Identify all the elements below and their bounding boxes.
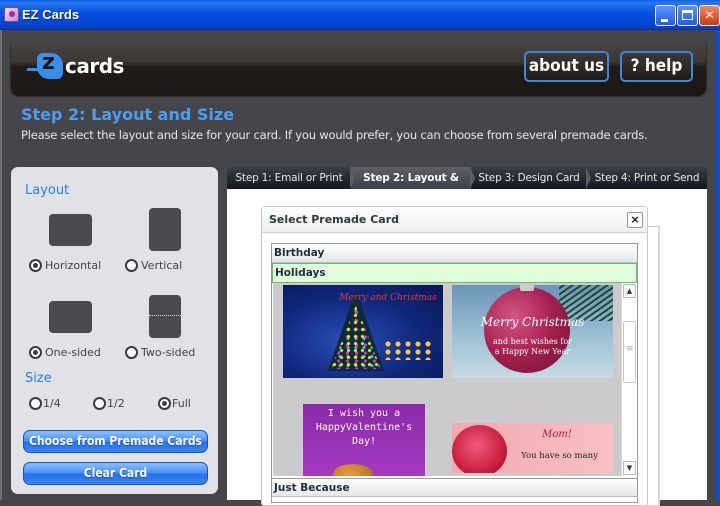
radio-size-quarter-label: 1/4 xyxy=(43,397,61,410)
size-section-label: Size xyxy=(25,371,52,386)
close-icon: ✕ xyxy=(704,8,715,22)
two-sided-layout-icon[interactable] xyxy=(149,295,181,338)
app-icon xyxy=(4,7,19,22)
help-button[interactable]: ? help xyxy=(620,51,693,82)
radio-vertical[interactable]: Vertical xyxy=(125,259,182,272)
mom-card-title: Mom! xyxy=(542,429,572,440)
clear-card-button[interactable]: Clear Card xyxy=(23,462,208,485)
radio-vertical-indicator[interactable] xyxy=(125,259,138,272)
close-window-button[interactable]: ✕ xyxy=(699,5,720,26)
card-list-scrollbar[interactable]: ▲ ▼ xyxy=(621,283,636,476)
one-sided-layout-icon[interactable] xyxy=(49,301,92,333)
christmas-tree-card[interactable]: Merry and Christmas xyxy=(283,285,443,378)
vertical-layout-icon[interactable] xyxy=(149,208,181,251)
scroll-up-button[interactable]: ▲ xyxy=(623,284,636,298)
valentine-treat-image xyxy=(333,464,373,476)
radio-horizontal[interactable]: Horizontal xyxy=(29,259,101,272)
rose-image xyxy=(452,425,507,473)
step-tab-layout-size[interactable]: Step 2: Layout & Size xyxy=(351,167,475,206)
dialog-header[interactable]: Select Premade Card × xyxy=(262,207,647,233)
valentine-card[interactable]: I wish you a HappyValentine's Day! xyxy=(303,404,425,476)
maximize-button[interactable] xyxy=(677,5,698,26)
category-birthday[interactable]: Birthday xyxy=(272,244,637,263)
radio-size-quarter[interactable]: 1/4 xyxy=(29,397,61,410)
close-icon: × xyxy=(630,213,640,226)
ornament-card-title: Merry Christmas xyxy=(480,315,585,329)
radio-two-sided-indicator[interactable] xyxy=(125,346,138,359)
radio-two-sided[interactable]: Two-sided xyxy=(125,346,195,359)
card-category-accordion: Birthday Holidays Merry and Christmas Me… xyxy=(271,243,638,503)
category-just-because[interactable]: Just Because xyxy=(272,478,637,497)
radio-one-sided-label: One-sided xyxy=(45,346,101,359)
holidays-card-grid: Merry and Christmas Merry Christmas and … xyxy=(273,283,623,476)
radio-size-quarter-indicator[interactable] xyxy=(29,397,42,410)
ornament-cap-image xyxy=(520,285,534,291)
radio-size-full[interactable]: Full xyxy=(158,397,191,410)
scrollbar-thumb[interactable] xyxy=(623,321,636,383)
page-description: Please select the layout and size for yo… xyxy=(21,128,648,142)
christmas-tree-card-text: Merry and Christmas xyxy=(339,293,437,303)
village-lights-image xyxy=(383,340,433,360)
radio-one-sided[interactable]: One-sided xyxy=(29,346,101,359)
wizard-steps-bar: Step 1: Email or Print Step 2: Layout & … xyxy=(227,167,707,206)
ornament-card-subtitle: and best wishes for a Happy New Year xyxy=(493,337,572,356)
dialog-close-button[interactable]: × xyxy=(627,212,643,228)
page-title: Step 2: Layout and Size xyxy=(21,105,235,124)
step-tab-email-or-print[interactable]: Step 1: Email or Print xyxy=(227,167,355,189)
ornament-image xyxy=(484,287,570,373)
mom-card[interactable]: Mom! You have so many xyxy=(452,423,613,473)
valentine-card-text: I wish you a HappyValentine's Day! xyxy=(315,408,413,447)
logo-text: cards xyxy=(65,54,124,78)
mom-card-text: You have so many xyxy=(521,451,598,461)
step-tab-design-card[interactable]: Step 3: Design Card xyxy=(471,167,591,189)
radio-size-half-label: 1/2 xyxy=(107,397,125,410)
radio-size-half-indicator[interactable] xyxy=(93,397,106,410)
logo-z-icon xyxy=(37,50,63,79)
maximize-icon xyxy=(682,10,693,20)
radio-two-sided-label: Two-sided xyxy=(141,346,196,359)
radio-vertical-label: Vertical xyxy=(141,259,183,272)
minimize-icon xyxy=(661,19,668,22)
radio-one-sided-indicator[interactable] xyxy=(29,346,42,359)
minimize-button[interactable] xyxy=(655,5,676,26)
arrow-up-icon: ▲ xyxy=(626,287,633,295)
scroll-down-button[interactable]: ▼ xyxy=(623,461,636,475)
layout-section-label: Layout xyxy=(25,183,70,198)
radio-horizontal-indicator[interactable] xyxy=(29,259,42,272)
window-title: EZ Cards xyxy=(22,7,80,22)
step-tab-print-or-send[interactable]: Step 4: Print or Send xyxy=(587,167,707,189)
radio-size-half[interactable]: 1/2 xyxy=(93,397,125,410)
radio-size-full-label: Full xyxy=(172,397,191,410)
header-banner: cards about us ? help xyxy=(11,39,706,95)
choose-premade-cards-button[interactable]: Choose from Premade Cards xyxy=(23,430,208,453)
arrow-down-icon: ▼ xyxy=(626,464,633,472)
christmas-ornament-card[interactable]: Merry Christmas and best wishes for a Ha… xyxy=(452,285,613,378)
about-us-button[interactable]: about us xyxy=(524,51,609,82)
radio-horizontal-label: Horizontal xyxy=(45,259,102,272)
dialog-title: Select Premade Card xyxy=(269,213,400,226)
horizontal-layout-icon[interactable] xyxy=(49,214,92,246)
window-border-right xyxy=(716,30,720,500)
category-holidays[interactable]: Holidays xyxy=(272,263,637,283)
radio-size-full-indicator[interactable] xyxy=(158,397,171,410)
window-title-bar[interactable]: EZ Cards ✕ xyxy=(0,0,720,30)
